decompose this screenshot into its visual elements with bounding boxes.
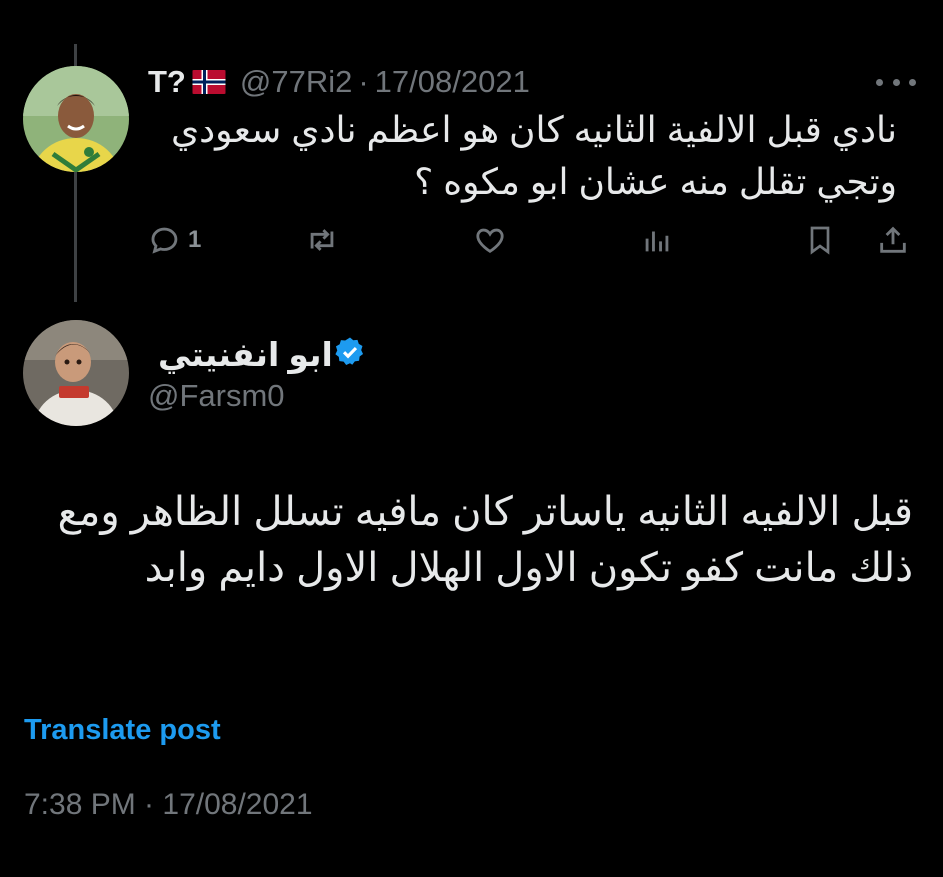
display-name[interactable]: ابو انفنيتي: [158, 335, 333, 374]
bookmark-icon: [810, 226, 830, 255]
parent-tweet-text: نادي قبل الالفية الثانيه كان هو اعظم ناد…: [170, 109, 897, 202]
share-button[interactable]: [876, 222, 910, 258]
views-button[interactable]: [640, 222, 674, 258]
user-photo: [23, 320, 129, 426]
post-timestamp[interactable]: 7:38 PM · 17/08/2021: [24, 788, 313, 822]
parent-tweet-header: T? @77Ri2 · 17/08/2021: [148, 62, 530, 102]
reply-tweet-text: قبل الالفيه الثانيه ياساتر كان مافيه تسل…: [57, 490, 913, 590]
share-icon: [880, 226, 906, 253]
reply-count: 1: [188, 226, 202, 253]
verified-badge-icon: [333, 335, 367, 374]
more-options-icon[interactable]: [876, 72, 916, 92]
post-date[interactable]: 17/08/2021: [375, 64, 530, 100]
reply-tweet-header: ابو انفنيتي: [148, 332, 367, 376]
translate-post-link[interactable]: Translate post: [24, 714, 221, 747]
repost-icon: [310, 229, 334, 251]
user-photo: [23, 66, 129, 172]
reply-icon: [151, 227, 178, 254]
separator-dot: ·: [358, 64, 369, 99]
display-name[interactable]: T?: [148, 64, 186, 100]
avatar[interactable]: [23, 320, 129, 426]
avatar[interactable]: [23, 66, 129, 172]
norway-flag-icon: [192, 70, 226, 94]
analytics-icon: [645, 231, 669, 252]
repost-button[interactable]: [304, 222, 340, 258]
user-handle[interactable]: @77Ri2: [240, 64, 352, 100]
like-button[interactable]: [472, 222, 508, 258]
tweet-actions-bar: 1: [148, 222, 918, 258]
bookmark-button[interactable]: [804, 222, 836, 258]
reply-button[interactable]: 1: [148, 222, 201, 258]
heart-icon: [476, 228, 504, 253]
user-handle[interactable]: @Farsm0: [148, 378, 285, 414]
